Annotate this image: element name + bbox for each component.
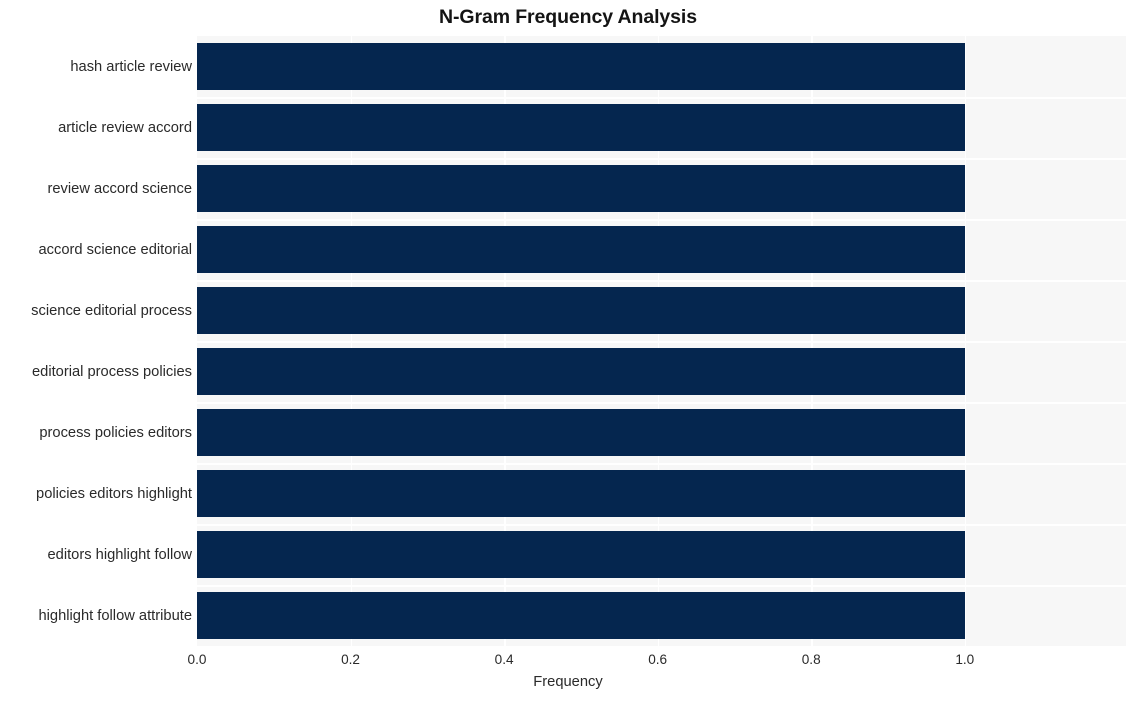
y-axis-tick-label: review accord science bbox=[47, 180, 193, 197]
x-axis-tick-label: 0.8 bbox=[801, 652, 821, 667]
gridline-horizontal bbox=[197, 585, 1126, 587]
gridline-horizontal bbox=[197, 219, 1126, 221]
y-axis-tick-labels: hash article review article review accord… bbox=[0, 36, 192, 646]
bar bbox=[197, 469, 965, 518]
y-axis-tick-label: policies editors highlight bbox=[36, 485, 192, 502]
bar bbox=[197, 225, 965, 274]
gridline-horizontal bbox=[197, 524, 1126, 526]
y-axis-tick-label: process policies editors bbox=[39, 424, 192, 441]
x-axis-tick-label: 0.4 bbox=[494, 652, 514, 667]
gridline-horizontal bbox=[197, 463, 1126, 465]
bar bbox=[197, 591, 965, 640]
x-axis-title: Frequency bbox=[533, 674, 603, 690]
gridline-horizontal bbox=[197, 158, 1126, 160]
x-axis-tick-label: 0.2 bbox=[341, 652, 360, 667]
bar bbox=[197, 286, 965, 335]
bar bbox=[197, 164, 965, 213]
bar bbox=[197, 42, 965, 91]
bar bbox=[197, 347, 965, 396]
gridline-horizontal bbox=[197, 280, 1126, 282]
y-axis-tick-label: highlight follow attribute bbox=[38, 607, 193, 624]
y-axis-tick-label: science editorial process bbox=[31, 302, 192, 319]
x-axis-tick-label: 0.6 bbox=[648, 652, 668, 667]
x-axis-tick-labels: 0.0 0.2 0.4 0.6 0.8 1.0 bbox=[0, 652, 1136, 674]
y-axis-tick-label: accord science editorial bbox=[38, 241, 192, 258]
plot-area bbox=[197, 36, 1126, 646]
x-axis-tick-label: 1.0 bbox=[955, 652, 975, 667]
gridline-horizontal bbox=[197, 402, 1126, 404]
y-axis-tick-label: editors highlight follow bbox=[47, 546, 192, 563]
y-axis-tick-label: article review accord bbox=[58, 119, 192, 136]
y-axis-tick-label: editorial process policies bbox=[31, 363, 192, 380]
bar bbox=[197, 408, 965, 457]
y-axis-tick-label: hash article review bbox=[70, 58, 192, 75]
gridline-horizontal bbox=[197, 97, 1126, 99]
chart-title: N-Gram Frequency Analysis bbox=[439, 6, 697, 28]
bar bbox=[197, 530, 965, 579]
x-axis-tick-label: 0.0 bbox=[187, 652, 207, 667]
bar bbox=[197, 103, 965, 152]
gridline-horizontal bbox=[197, 341, 1126, 343]
chart-figure: N-Gram Frequency Analysis hash article r… bbox=[0, 0, 1136, 701]
